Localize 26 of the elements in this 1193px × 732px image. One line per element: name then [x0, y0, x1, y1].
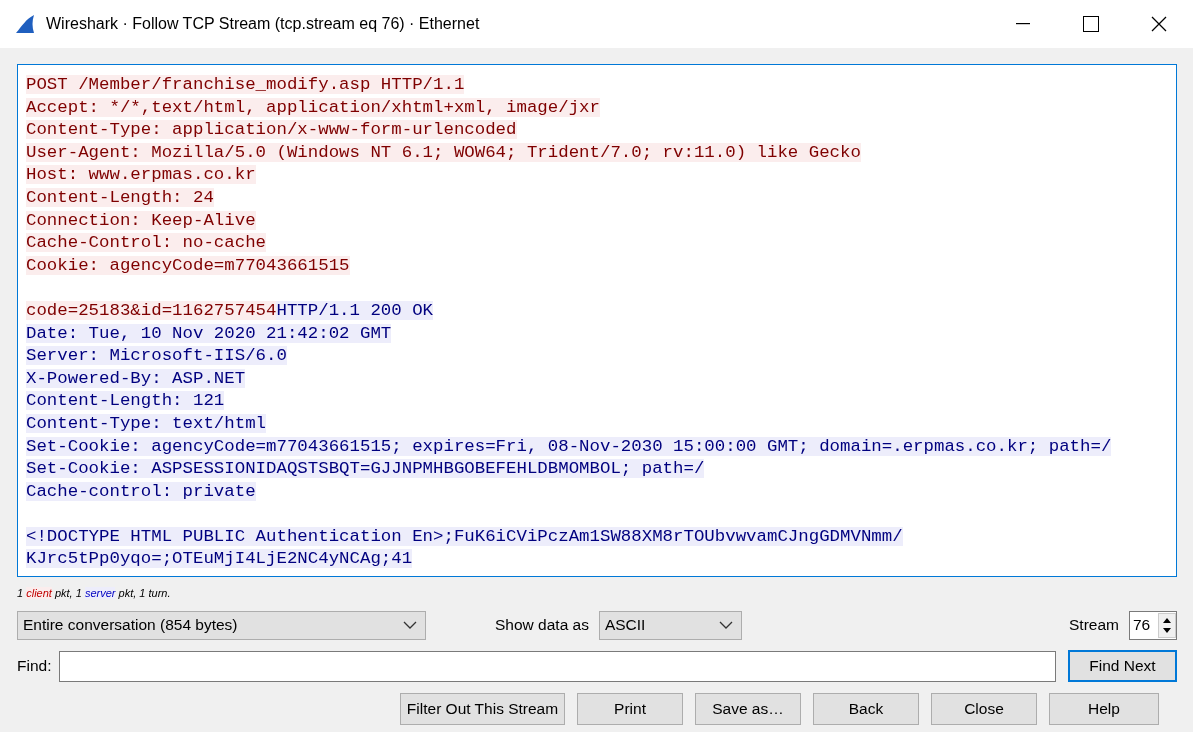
data-format-dropdown[interactable]: ASCII — [598, 610, 742, 640]
find-label: Find: — [17, 657, 52, 675]
dialog-button[interactable]: Back — [813, 693, 919, 725]
dialog-button[interactable]: Save as… — [695, 693, 801, 725]
stream-text: HTTP/1.1 200 OK — [276, 300, 433, 320]
maximize-icon — [1083, 16, 1099, 32]
find-field[interactable] — [59, 650, 1056, 682]
stream-text-area[interactable] — [17, 64, 1177, 577]
chevron-down-icon — [718, 621, 733, 629]
stream-label: Stream — [1069, 616, 1119, 634]
dialog-button[interactable]: Help — [1049, 693, 1159, 725]
show-data-label: Show data as — [495, 616, 589, 634]
dialog-button[interactable]: Close — [931, 693, 1037, 725]
find-next-button[interactable]: Find Next — [1068, 650, 1177, 682]
chevron-down-icon — [403, 621, 417, 629]
close-icon — [1151, 16, 1167, 32]
stream-spinbox[interactable]: 76 — [1129, 610, 1177, 640]
spin-arrows-icon — [1158, 612, 1176, 638]
shark-fin-icon — [14, 14, 36, 34]
minimize-icon — [1016, 23, 1030, 25]
dialog-button[interactable]: Print — [577, 693, 683, 725]
stream-summary: 1 client pkt, 1 server pkt, 1 turn. — [17, 587, 172, 601]
dialog-button[interactable]: Filter Out This Stream — [400, 693, 565, 725]
conversation-dropdown[interactable]: Entire conversation (854 bytes) — [17, 610, 426, 640]
stream-text: code=25183&id=1162757454 — [26, 300, 277, 320]
window-title: Wireshark · Follow TCP Stream (tcp.stream eq 76) · Ethernet — [46, 15, 481, 33]
